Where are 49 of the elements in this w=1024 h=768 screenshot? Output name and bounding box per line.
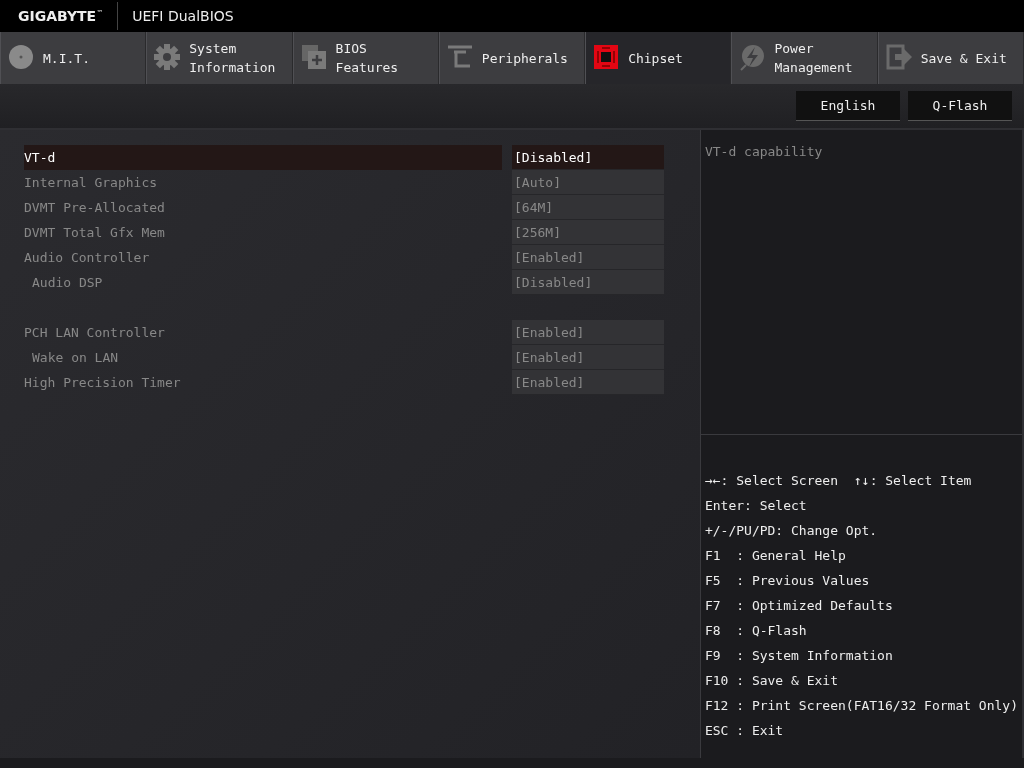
setting-item[interactable]: DVMT Total Gfx Mem — [24, 220, 502, 245]
setting-value[interactable]: [Enabled] — [512, 320, 664, 345]
brand-logo: GIGABYTE$^{™}$ — [18, 8, 104, 24]
toolbar-button[interactable]: English — [796, 91, 900, 121]
setting-value[interactable]: [256M] — [512, 220, 664, 245]
setting-item[interactable]: PCH LAN Controller — [24, 320, 502, 345]
key-help-text: F10 : Save & Exit — [704, 673, 838, 690]
key-help-text: Enter: Select — [704, 498, 807, 515]
setting-value[interactable]: [Enabled] — [512, 245, 664, 270]
setting-item[interactable]: Audio Controller — [24, 245, 502, 270]
key-help-text: ↑↓: Select Item — [854, 473, 972, 490]
setting-item[interactable]: DVMT Pre-Allocated — [24, 195, 502, 220]
key-help-text: +/-/PU/PD: Change Opt. — [704, 523, 878, 540]
setting-item[interactable]: High Precision Timer — [24, 370, 502, 395]
setting-value[interactable]: [Disabled] — [512, 270, 664, 295]
key-help-text: F8 : Q-Flash — [704, 623, 807, 640]
menu-tab[interactable]: Power Management — [731, 32, 878, 84]
lightning-icon — [738, 43, 767, 71]
setting-item[interactable]: Internal Graphics — [24, 170, 502, 195]
disc-icon — [7, 43, 35, 71]
key-help-text: F1 : General Help — [704, 548, 846, 565]
setting-value[interactable]: [Auto] — [512, 170, 664, 195]
connector-icon — [445, 43, 474, 71]
menu-tab[interactable]: Chipset — [585, 32, 732, 84]
setting-item[interactable]: VT-d — [24, 145, 502, 170]
menu-tab[interactable]: System Information — [146, 32, 293, 84]
setting-item[interactable]: Wake on LAN — [24, 345, 502, 370]
description-text: VT-d capability — [704, 144, 823, 159]
chip-icon — [592, 43, 621, 71]
key-help-text: F12 : Print Screen(FAT16/32 Format Only) — [704, 698, 1018, 715]
window-title: UEFI DualBIOS — [132, 8, 234, 24]
toolbar-button[interactable]: Q-Flash — [908, 91, 1012, 121]
setting-value[interactable]: [Disabled] — [512, 145, 664, 170]
menu-tab[interactable]: BIOS Features — [292, 32, 439, 84]
setting-value[interactable]: [64M] — [512, 195, 664, 220]
chip-plus-icon — [299, 43, 328, 71]
setting-value[interactable]: [Enabled] — [512, 370, 664, 395]
key-help-text: →←: Select Screen — [704, 473, 838, 490]
menu-tab[interactable]: Save & Exit — [877, 32, 1024, 84]
gear-icon — [153, 43, 182, 71]
key-help-text: F5 : Previous Values — [704, 573, 870, 590]
key-help-text: F9 : System Information — [704, 648, 893, 665]
menu-tab[interactable]: M.I.T. — [0, 32, 147, 84]
setting-item[interactable]: Audio DSP — [24, 270, 502, 295]
exit-icon — [884, 43, 913, 71]
menu-tab[interactable]: Peripherals — [438, 32, 586, 84]
setting-value[interactable]: [Enabled] — [512, 345, 664, 370]
key-help-text: ESC : Exit — [704, 723, 784, 740]
key-help-text: F7 : Optimized Defaults — [704, 598, 893, 615]
